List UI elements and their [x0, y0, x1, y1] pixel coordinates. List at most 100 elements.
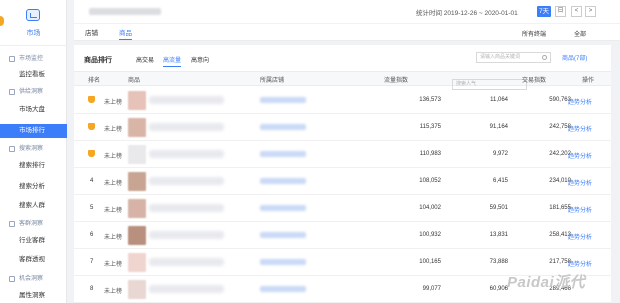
- table-row: 未上榜 110,983 9,972 242,202 趋势分析: [74, 141, 611, 168]
- crown-icon: [88, 96, 95, 103]
- range-7d-button[interactable]: 7天: [537, 6, 551, 17]
- next-button[interactable]: >: [585, 6, 596, 17]
- blurred-product-name[interactable]: [149, 285, 224, 293]
- blurred-shop-name[interactable]: [260, 97, 306, 103]
- trend-analysis-link[interactable]: 趋势分析: [568, 97, 592, 106]
- section-icon: [9, 221, 15, 227]
- all-select[interactable]: 全部: [574, 29, 586, 38]
- tab-shop[interactable]: 店铺: [85, 27, 98, 40]
- blurred-product-name[interactable]: [149, 231, 224, 239]
- rank-value: 8: [90, 286, 94, 292]
- table-row: 4 未上榜 108,052 6,415 234,010 趋势分析: [74, 168, 611, 195]
- top-bar: 统计时间 2019-12-26 ~ 2020-01-01 7天 日 < >: [74, 0, 620, 23]
- brand-label: 市场: [26, 30, 41, 37]
- nav-brand[interactable]: 市场: [0, 0, 67, 46]
- table-row: 6 未上榜 100,932 13,831 258,413 趋势分析: [74, 222, 611, 249]
- blurred-shop-name[interactable]: [260, 124, 306, 130]
- collapse-tab-icon[interactable]: [0, 16, 4, 26]
- sidebar-item-search-crowd[interactable]: 搜索人群: [0, 199, 67, 213]
- blurred-product-name[interactable]: [149, 150, 224, 158]
- stat-time: 统计时间 2019-12-26 ~ 2020-01-01: [416, 10, 518, 17]
- product-thumbnail[interactable]: [128, 145, 146, 164]
- nav-section-supply: 供给洞察: [0, 86, 67, 98]
- rank-value: 4: [90, 178, 94, 184]
- tabs-row: 店铺 商品 所有终端 全部: [74, 24, 620, 41]
- product-thumbnail[interactable]: [128, 280, 146, 299]
- tab-goods[interactable]: 商品: [119, 27, 132, 40]
- rank-value: 7: [90, 259, 94, 265]
- flow-index: 99,077: [422, 286, 441, 292]
- subtab-high-trade[interactable]: 高交易: [136, 55, 154, 67]
- nav-section-monitor: 市场监控: [0, 53, 67, 65]
- col-op: 操作: [582, 78, 595, 84]
- search-popularity: 13,831: [489, 232, 508, 238]
- product-thumbnail[interactable]: [128, 172, 146, 191]
- search-popularity: 59,501: [489, 205, 508, 211]
- rank-status: 未上榜: [104, 100, 123, 106]
- sidebar-item-market-overview[interactable]: 市场大盘: [0, 103, 67, 117]
- rank-status: 未上榜: [104, 154, 123, 160]
- trend-analysis-link[interactable]: 趋势分析: [568, 151, 592, 160]
- blurred-shop-name[interactable]: [260, 178, 306, 184]
- rank-status: 未上榜: [104, 127, 123, 133]
- subtab-high-traffic[interactable]: 高流量: [163, 55, 182, 67]
- table-row: 未上榜 136,573 11,064 590,763 趋势分析: [74, 87, 611, 114]
- blurred-product-name[interactable]: [149, 96, 224, 104]
- rank-value: 5: [90, 205, 94, 211]
- nav-section-search: 搜索洞察: [0, 143, 67, 155]
- col-goods: 商品: [128, 78, 141, 84]
- col-trade[interactable]: 交易指数: [522, 75, 546, 84]
- trend-analysis-link[interactable]: 趋势分析: [568, 124, 592, 133]
- crown-icon: [88, 150, 95, 157]
- trend-analysis-link[interactable]: 趋势分析: [568, 178, 592, 187]
- blurred-product-name[interactable]: [149, 204, 224, 212]
- blurred-shop-name[interactable]: [260, 259, 306, 265]
- product-thumbnail[interactable]: [128, 118, 146, 137]
- product-thumbnail[interactable]: [128, 226, 146, 245]
- trend-analysis-link[interactable]: 趋势分析: [568, 205, 592, 214]
- goods-rank-card: 商品排行 高交易 高流量 高意向 请输入商品关键词 商品(7部) 排名 商品 所…: [74, 45, 611, 303]
- section-icon: [9, 276, 15, 282]
- rank-value: 6: [90, 232, 94, 238]
- flow-index: 108,052: [419, 178, 441, 184]
- rank-status: 未上榜: [104, 208, 123, 214]
- blurred-shop-name[interactable]: [260, 151, 306, 157]
- blurred-shop-name[interactable]: [260, 205, 306, 211]
- blurred-shop-name[interactable]: [260, 232, 306, 238]
- compare-button[interactable]: 商品(7部): [562, 53, 587, 62]
- rank-status: 未上榜: [104, 289, 123, 295]
- rank-status: 未上榜: [104, 262, 123, 268]
- section-icon: [9, 146, 15, 152]
- trend-analysis-link[interactable]: 趋势分析: [568, 259, 592, 268]
- blurred-product-name[interactable]: [149, 258, 224, 266]
- blurred-shop-name[interactable]: [260, 286, 306, 292]
- section-icon: [9, 89, 15, 95]
- rank-status: 未上榜: [104, 181, 123, 187]
- sidebar-item-market-rank[interactable]: 市场排行: [0, 124, 67, 138]
- market-icon: [26, 9, 40, 21]
- flow-index: 115,375: [419, 124, 441, 130]
- flow-index: 100,932: [419, 232, 441, 238]
- trend-analysis-link[interactable]: 趋势分析: [568, 232, 592, 241]
- crown-icon: [88, 123, 95, 130]
- nav-section-customer: 客群洞察: [0, 218, 67, 230]
- product-thumbnail[interactable]: [128, 199, 146, 218]
- goods-search-input[interactable]: 请输入商品关键词: [476, 52, 551, 63]
- sidebar-item-search-analysis[interactable]: 搜索分析: [0, 180, 67, 194]
- calendar-icon[interactable]: 日: [555, 6, 566, 17]
- blurred-product-name[interactable]: [149, 123, 224, 131]
- prev-button[interactable]: <: [571, 6, 582, 17]
- sidebar-item-industry-customer[interactable]: 行业客群: [0, 234, 67, 248]
- sidebar-item-attribute-insight[interactable]: 属性洞察: [0, 289, 67, 303]
- flow-index: 110,983: [419, 151, 441, 157]
- search-icon[interactable]: [542, 55, 547, 60]
- sidebar-item-search-rank[interactable]: 搜索排行: [0, 159, 67, 173]
- product-thumbnail[interactable]: [128, 253, 146, 272]
- col-flow[interactable]: 流量指数: [384, 75, 408, 84]
- blurred-product-name[interactable]: [149, 177, 224, 185]
- subtab-high-intent[interactable]: 高意向: [191, 55, 209, 67]
- product-thumbnail[interactable]: [128, 91, 146, 110]
- terminal-select[interactable]: 所有终端: [522, 29, 546, 38]
- sidebar-item-monitor-board[interactable]: 监控看板: [0, 68, 67, 82]
- sidebar-item-customer-insight[interactable]: 客群透视: [0, 253, 67, 267]
